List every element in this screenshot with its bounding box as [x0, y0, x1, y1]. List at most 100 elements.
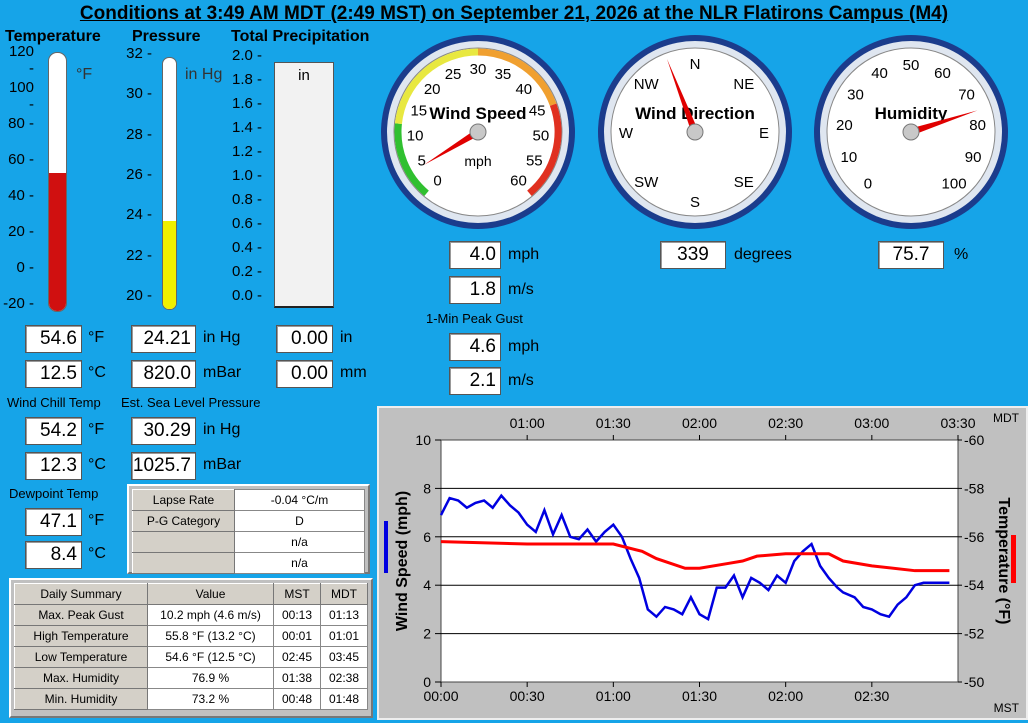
chart-top-tick-label: 03:00: [854, 415, 889, 431]
temperature-tick: 120 -: [8, 43, 34, 77]
summary-row: Max. Peak Gust 10.2 mph (4.6 m/s) 00:13 01:…: [14, 604, 368, 626]
chart-bottom-axis-label: MST: [994, 701, 1020, 715]
pressure-gauge-bar: [162, 57, 177, 310]
humidity-tick-label: 0: [864, 175, 872, 192]
summary-label: Low Temperature: [14, 646, 148, 668]
summary-label: Max. Peak Gust: [14, 604, 148, 626]
summary-label: Min. Humidity: [14, 688, 148, 710]
humidity-tick-label: 30: [847, 87, 864, 104]
chart-top-tick-label: 01:30: [596, 415, 631, 431]
temperature-tick: -20 -: [3, 295, 34, 312]
precipitation-tick: 1.2 -: [231, 143, 262, 160]
chart-left-axis-title: Wind Speed (mph): [394, 491, 411, 631]
chart-top-tick-label: 02:00: [682, 415, 717, 431]
humidity-tick-label: 50: [903, 57, 920, 74]
wind-speed-tick-label: 50: [533, 128, 550, 145]
temperature-c-value: 12.5: [25, 360, 82, 388]
chart-left-tick-label: 8: [423, 480, 431, 496]
summary-value: 54.6 °F (12.5 °C): [147, 646, 274, 668]
humidity-tick-label: 10: [841, 149, 858, 166]
pg-category-label: P-G Category: [132, 510, 235, 532]
temperature-f-value: 54.6: [25, 325, 82, 353]
temperature-tick: 0 -: [16, 259, 34, 276]
wind-direction-tick-label: E: [759, 125, 769, 142]
daily-summary-table: Daily Summary Value MST MDT Max. Peak Gu…: [9, 578, 373, 718]
precipitation-mm-unit: mm: [340, 364, 367, 381]
wind-direction-unit: degrees: [734, 246, 792, 263]
peak-gust-mph-value: 4.6: [449, 333, 501, 361]
summary-mst: 00:13: [273, 604, 321, 626]
wind-speed-tick-label: 0: [433, 172, 441, 189]
temperature-tick: 40 -: [8, 187, 34, 204]
wind-chill-f-unit: °F: [88, 421, 105, 438]
wind-chill-c-unit: °C: [88, 456, 106, 473]
precipitation-tick: 0.2 -: [231, 263, 262, 280]
temperature-scale-unit: °F: [76, 66, 93, 83]
humidity-tick-label: 100: [942, 175, 967, 192]
wind-direction-tick-label: N: [690, 56, 701, 73]
temperature-tick: 60 -: [8, 151, 34, 168]
humidity-tick-label: 80: [969, 117, 986, 134]
summary-label: Max. Humidity: [14, 667, 148, 689]
temperature-tick: 20 -: [8, 223, 34, 240]
summary-mst: 01:38: [273, 667, 321, 689]
pressure-mbar-unit: mBar: [203, 364, 242, 381]
humidity-tick-label: 40: [871, 65, 888, 82]
peak-gust-ms-unit: m/s: [508, 372, 534, 389]
sea-level-inhg-value: 30.29: [131, 417, 196, 445]
page-title: Conditions at 3:49 AM MDT (2:49 MST) on …: [79, 3, 949, 24]
pressure-inhg-value: 24.21: [131, 325, 196, 353]
chart-plot-area: [440, 439, 959, 683]
stability-label-3: [132, 531, 235, 553]
dewpoint-f-value: 47.1: [25, 508, 82, 536]
temperature-tick: 80 -: [8, 115, 34, 132]
sea-level-mbar-unit: mBar: [203, 456, 242, 473]
wind-speed-hub: [469, 123, 487, 141]
wind-speed-tick-label: 60: [510, 172, 527, 189]
precipitation-tick: 0.6 -: [231, 215, 262, 232]
pressure-tick: 32 -: [126, 45, 152, 62]
sea-level-inhg-unit: in Hg: [203, 421, 241, 438]
chart-left-tick-label: 2: [423, 626, 431, 642]
wind-speed-gauge: Wind Speed 05 10 15 2025 30 3540 45 50 55 60 mph: [381, 35, 575, 229]
wind-speed-tick-label: 20: [424, 81, 441, 98]
precipitation-tick: 0.4 -: [231, 239, 262, 256]
sea-level-mbar-value: 1025.7: [131, 452, 196, 480]
pressure-tick: 20 -: [126, 287, 152, 304]
pressure-inhg-unit: in Hg: [203, 329, 241, 346]
wind-direction-title: Wind Direction: [635, 104, 755, 123]
pressure-tick: 30 -: [126, 85, 152, 103]
wind-direction-value: 339: [660, 241, 726, 269]
pressure-header: Pressure: [132, 28, 201, 45]
wind-direction-tick-label: S: [690, 194, 700, 211]
humidity-hub: [902, 123, 920, 141]
stability-value-3: n/a: [234, 531, 365, 553]
summary-value: 73.2 %: [147, 688, 274, 710]
chart-bottom-tick-label: 01:30: [682, 688, 717, 704]
precipitation-in-unit: in: [340, 329, 353, 346]
wind-temperature-chart: 1086420-60-58-56-54-52-5001:00 01:30 02:00…: [384, 411, 1020, 715]
humidity-tick-label: 70: [958, 87, 975, 104]
summary-mst: 00:48: [273, 688, 321, 710]
summary-header-mdt: MDT: [320, 583, 368, 605]
wind-direction-tick-label: NW: [634, 76, 660, 93]
humidity-tick-label: 20: [836, 117, 853, 134]
precipitation-tick: 1.4 -: [231, 119, 262, 136]
wind-speed-gauge-unit: mph: [464, 153, 491, 169]
summary-mst: 02:45: [273, 646, 321, 668]
wind-speed-tick-label: 35: [495, 66, 512, 83]
chart-bottom-tick-label: 00:00: [423, 688, 458, 704]
stability-value-4: n/a: [234, 552, 365, 574]
precipitation-tick: 2.0 -: [231, 47, 262, 64]
chart-bottom-tick-label: 02:30: [854, 688, 889, 704]
summary-row: Min. Humidity 73.2 % 00:48 01:48: [14, 688, 368, 710]
pressure-tick: 28 -: [126, 125, 152, 143]
chart-left-tick-label: 10: [415, 432, 431, 448]
precipitation-mm-value: 0.00: [276, 360, 333, 388]
wind-chill-label: Wind Chill Temp: [7, 395, 101, 410]
precipitation-tick: 0.8 -: [231, 191, 262, 208]
temperature-c-unit: °C: [88, 364, 106, 381]
pg-category-value: D: [234, 510, 365, 532]
pressure-scale-unit: in Hg: [185, 66, 223, 83]
dewpoint-c-unit: °C: [88, 545, 106, 562]
